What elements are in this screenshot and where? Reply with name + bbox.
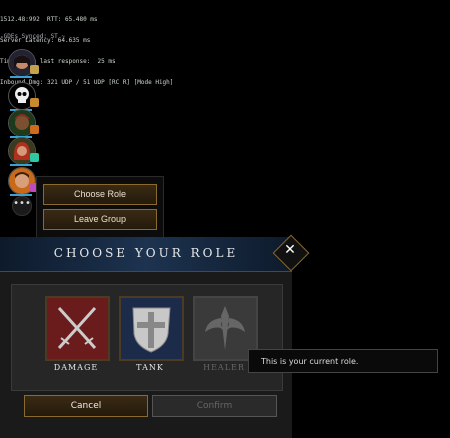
- role-badge: [30, 125, 39, 134]
- health-bar: [10, 76, 32, 78]
- role-badge: [30, 65, 39, 74]
- dialog-title: CHOOSE YOUR ROLE: [53, 246, 239, 260]
- party-member[interactable]: [7, 82, 39, 112]
- party-member[interactable]: [7, 137, 39, 167]
- close-icon[interactable]: ✕: [282, 242, 298, 258]
- role-damage[interactable]: [45, 296, 110, 361]
- crossed-swords-icon: [57, 306, 97, 350]
- role-tank[interactable]: [119, 296, 184, 361]
- gde-status: -GDEs Synced: ST ~: [0, 33, 66, 40]
- role-badge: [30, 98, 39, 107]
- cancel-button[interactable]: Cancel: [24, 395, 148, 417]
- context-menu: Choose Role Leave Group: [36, 176, 164, 238]
- dialog-header: CHOOSE YOUR ROLE: [0, 237, 292, 272]
- more-options-button[interactable]: •••: [12, 196, 32, 216]
- role-label-tank: TANK: [136, 363, 164, 372]
- party-member[interactable]: [7, 49, 39, 79]
- health-bar: [10, 164, 32, 166]
- debug-line: 1512.48:992 RTT: 65.480 ms: [0, 16, 98, 23]
- role-tooltip: This is your current role.: [248, 349, 438, 373]
- confirm-button[interactable]: Confirm: [152, 395, 277, 417]
- healer-emblem-icon: [205, 306, 245, 350]
- choose-role-button[interactable]: Choose Role: [43, 184, 157, 205]
- party-member[interactable]: [7, 167, 39, 197]
- role-badge: [30, 153, 39, 162]
- role-label-damage: DAMAGE: [53, 363, 99, 372]
- leave-group-button[interactable]: Leave Group: [43, 209, 157, 230]
- shield-icon: [132, 307, 171, 353]
- debug-overlay: 1512.48:992 RTT: 65.480 ms Server Latenc…: [0, 2, 173, 93]
- party-member[interactable]: [7, 109, 39, 139]
